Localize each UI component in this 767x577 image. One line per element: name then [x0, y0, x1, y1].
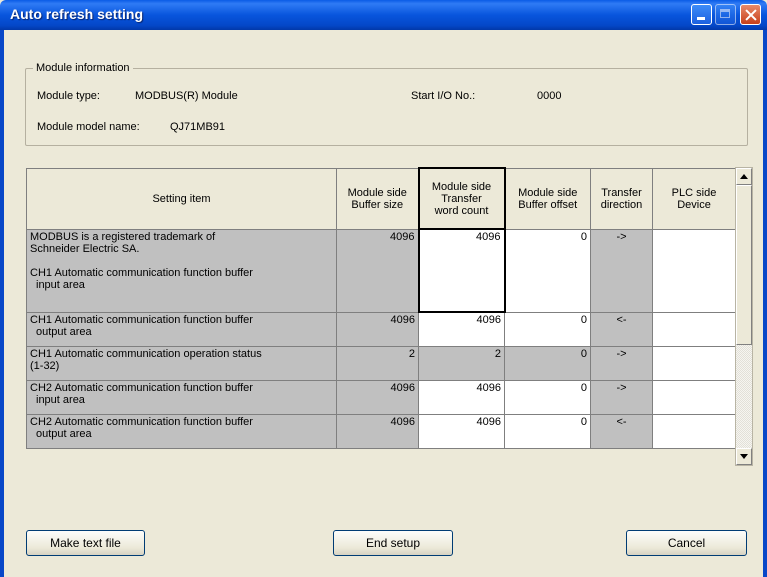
- header-plc-device: PLC side Device: [652, 167, 736, 230]
- setting-item-cell: CH1 Automatic communication function buf…: [26, 311, 337, 347]
- module-information-legend: Module information: [33, 62, 133, 74]
- plc-device-input[interactable]: [652, 413, 736, 449]
- make-text-file-button[interactable]: Make text file: [26, 530, 145, 556]
- transfer-count-input[interactable]: 4096: [418, 311, 505, 347]
- close-icon[interactable]: [740, 4, 761, 25]
- plc-device-input[interactable]: [652, 228, 736, 313]
- start-io-value: 0000: [537, 90, 562, 102]
- transfer-count-cell: 2: [418, 345, 505, 381]
- plc-device-input[interactable]: [652, 311, 736, 347]
- header-transfer-direction: Transfer direction: [590, 167, 653, 230]
- table-row: CH2 Automatic communication function buf…: [26, 379, 736, 415]
- window-border-left: [0, 30, 4, 577]
- buffer-offset-input[interactable]: 0: [504, 379, 591, 415]
- table-row: CH2 Automatic communication function buf…: [26, 413, 736, 449]
- buffer-offset-cell: 0: [504, 345, 591, 381]
- transfer-direction-cell: <-: [590, 311, 653, 347]
- module-model-value: QJ71MB91: [170, 121, 226, 133]
- transfer-direction-cell: <-: [590, 413, 653, 449]
- setting-item-cell: CH1 Automatic communication operation st…: [26, 345, 337, 381]
- scrollbar-track[interactable]: [736, 345, 752, 449]
- table-row: CH1 Automatic communication operation st…: [26, 345, 736, 381]
- maximize-icon: [715, 4, 736, 25]
- header-buffer-offset: Module side Buffer offset: [504, 167, 591, 230]
- transfer-count-input[interactable]: 4096: [418, 379, 505, 415]
- minimize-icon[interactable]: [691, 4, 712, 25]
- plc-device-input[interactable]: [652, 345, 736, 381]
- module-information-group: [25, 68, 748, 146]
- buffer-offset-input[interactable]: 0: [504, 228, 591, 313]
- buffer-size-cell: 4096: [336, 228, 419, 313]
- header-setting-item: Setting item: [26, 167, 337, 230]
- window-border-right: [763, 30, 767, 577]
- buffer-size-cell: 4096: [336, 413, 419, 449]
- transfer-direction-cell: ->: [590, 345, 653, 381]
- header-buffer-size: Module side Buffer size: [336, 167, 419, 230]
- setting-item-cell: CH2 Automatic communication function buf…: [26, 413, 337, 449]
- buffer-size-cell: 2: [336, 345, 419, 381]
- scroll-up-arrow-icon[interactable]: [736, 168, 752, 185]
- module-model-label: Module model name:: [37, 121, 140, 133]
- module-type-value: MODBUS(R) Module: [135, 90, 238, 102]
- start-io-label: Start I/O No.:: [411, 90, 476, 102]
- auto-refresh-table: Setting item Module side Buffer size Modu…: [26, 167, 736, 449]
- buffer-offset-input[interactable]: 0: [504, 311, 591, 347]
- transfer-direction-cell: ->: [590, 228, 653, 313]
- end-setup-button[interactable]: End setup: [333, 530, 453, 556]
- buffer-offset-input[interactable]: 0: [504, 413, 591, 449]
- module-type-label: Module type:: [37, 90, 100, 102]
- window-title: Auto refresh setting: [10, 6, 144, 22]
- transfer-count-input[interactable]: 4096: [418, 413, 505, 449]
- transfer-count-input[interactable]: 4096: [417, 228, 506, 313]
- header-transfer-word-count: Module side Transfer word count: [417, 167, 506, 230]
- plc-device-input[interactable]: [652, 379, 736, 415]
- transfer-direction-cell: ->: [590, 379, 653, 415]
- scroll-down-arrow-icon[interactable]: [736, 448, 752, 465]
- table-vertical-scrollbar[interactable]: [735, 167, 753, 466]
- setting-item-cell: CH2 Automatic communication function buf…: [26, 379, 337, 415]
- buffer-size-cell: 4096: [336, 379, 419, 415]
- table-row: MODBUS is a registered trademark of Schne…: [26, 228, 736, 313]
- buffer-size-cell: 4096: [336, 311, 419, 347]
- scrollbar-thumb[interactable]: [736, 185, 752, 345]
- title-bar[interactable]: Auto refresh setting: [0, 0, 767, 30]
- cancel-button[interactable]: Cancel: [626, 530, 747, 556]
- setting-item-cell: MODBUS is a registered trademark of Schne…: [26, 228, 337, 313]
- table-row: CH1 Automatic communication function buf…: [26, 311, 736, 347]
